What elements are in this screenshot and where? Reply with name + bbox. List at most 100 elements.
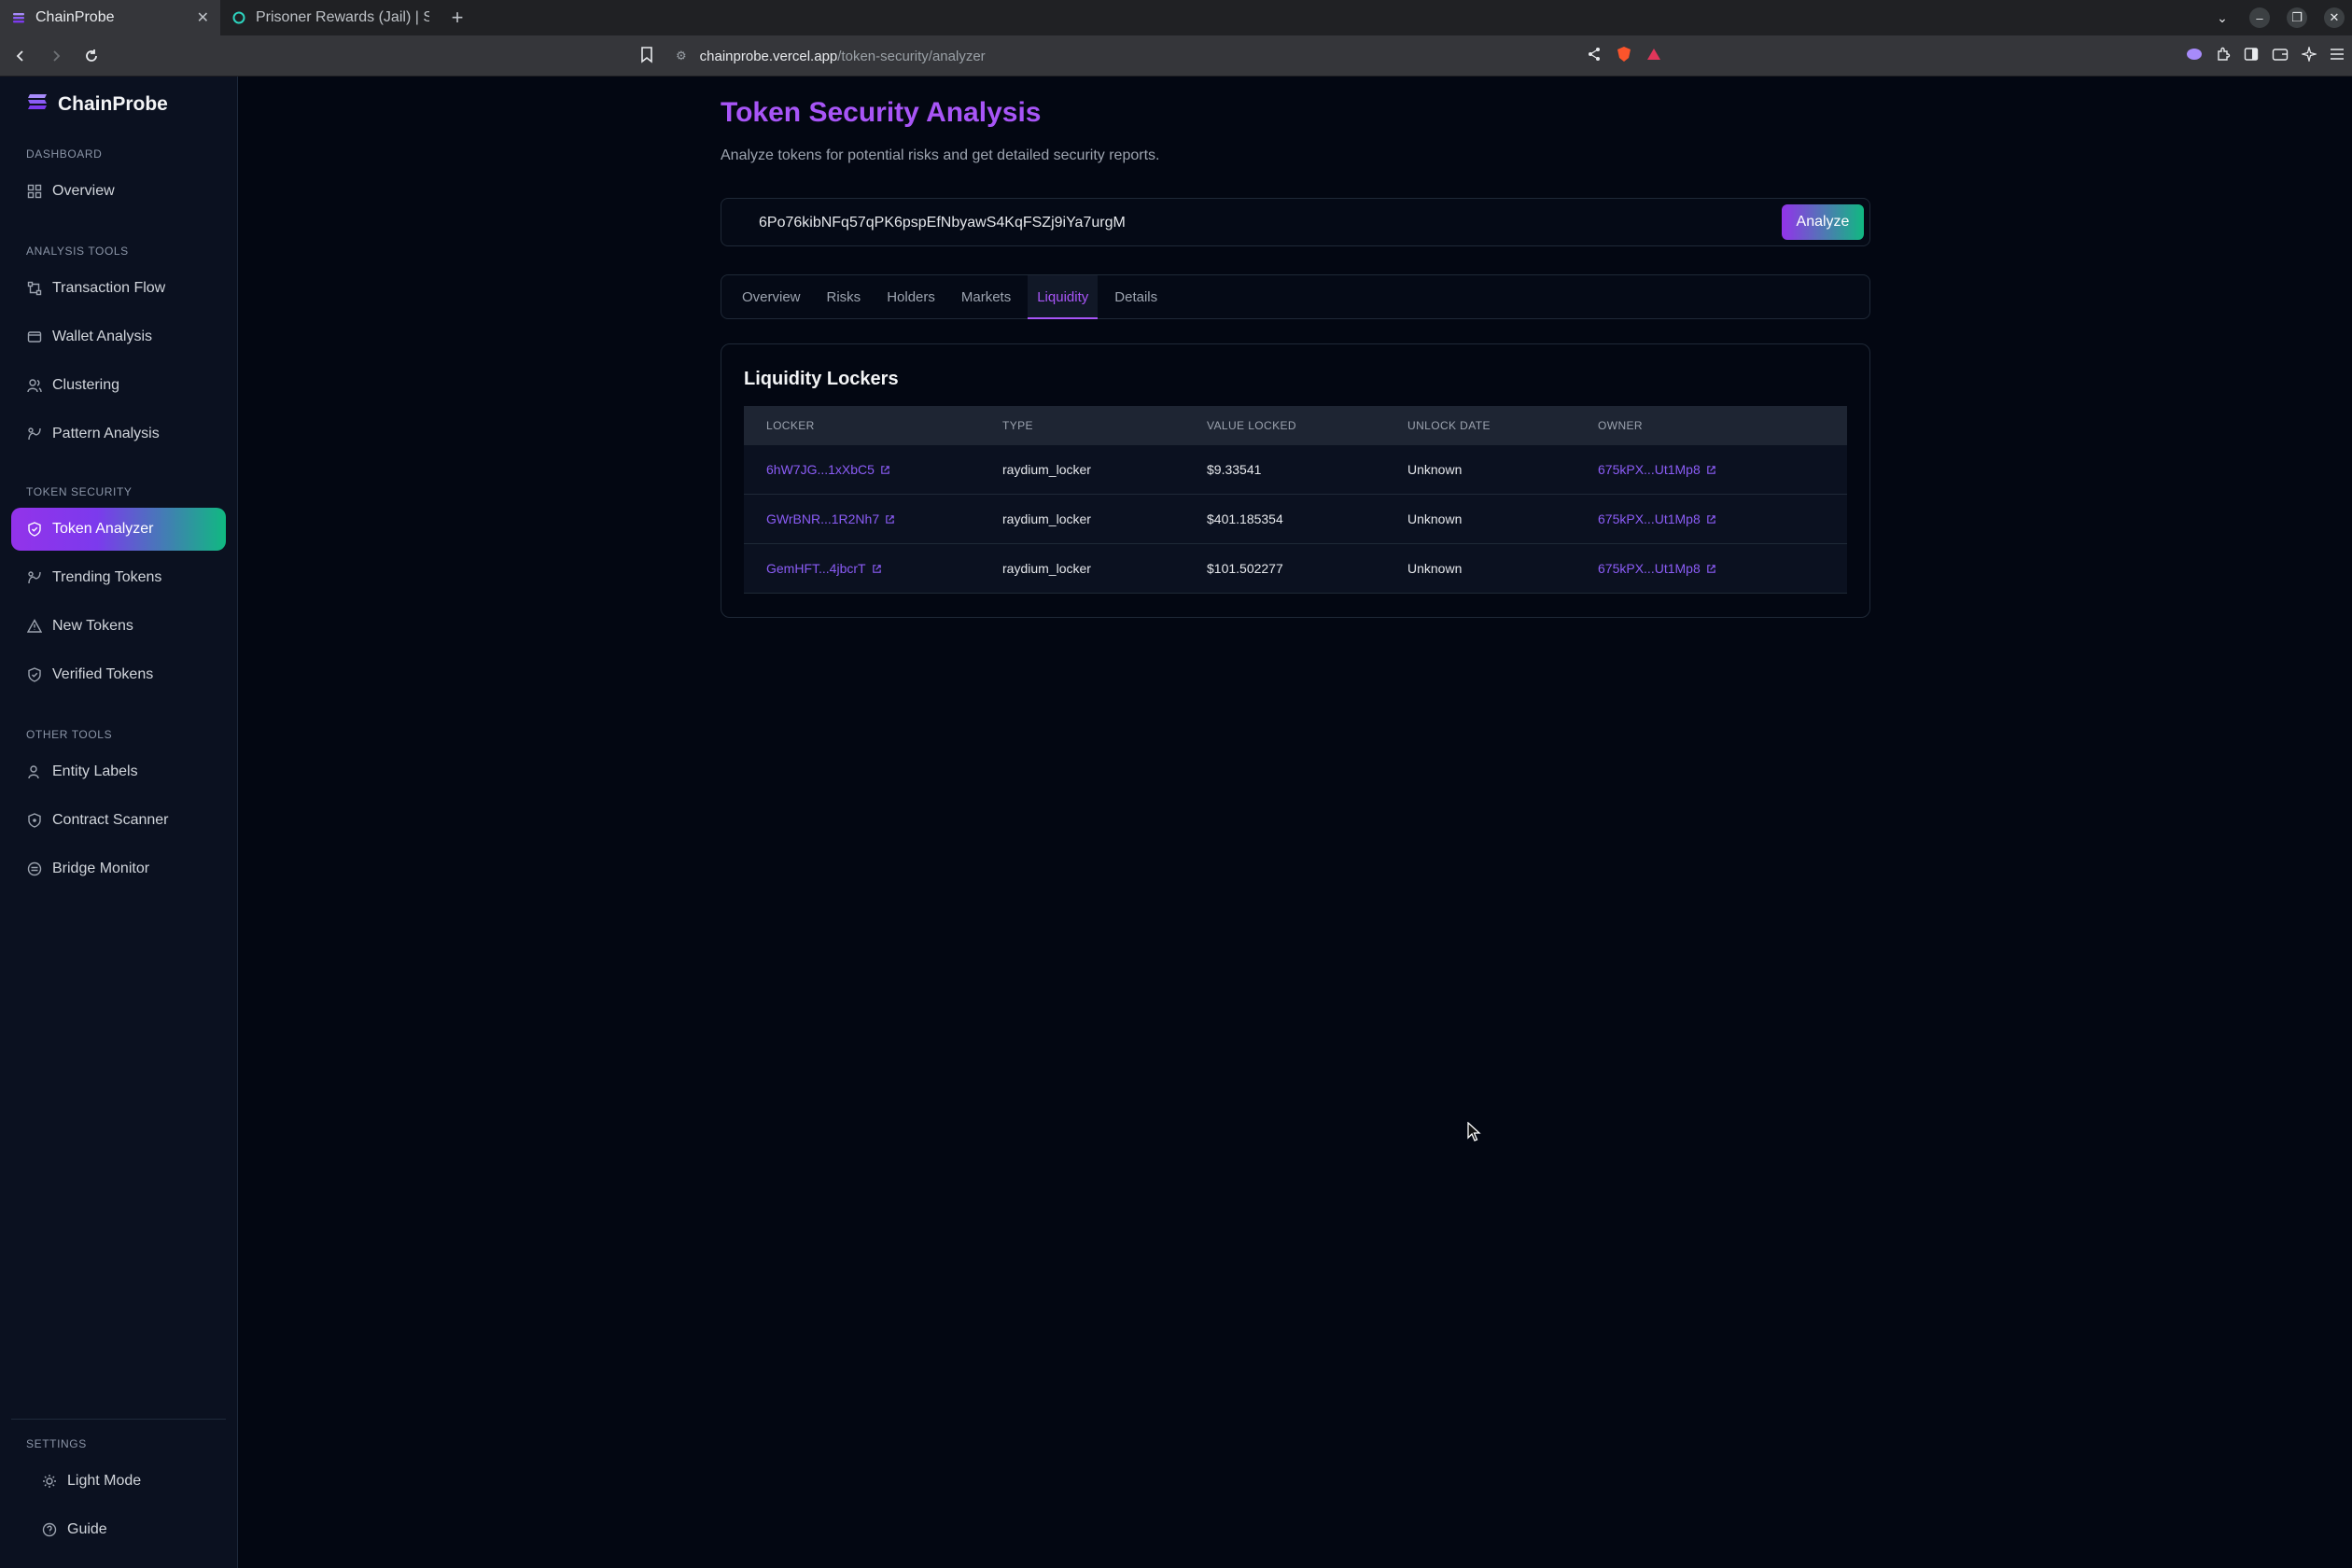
external-link-icon bbox=[880, 465, 890, 475]
analysis-tabs: Overview Risks Holders Markets Liquidity… bbox=[721, 274, 1870, 319]
close-tab-icon[interactable]: ✕ bbox=[197, 8, 209, 27]
wallet-icon bbox=[26, 329, 43, 345]
tab-markets[interactable]: Markets bbox=[952, 275, 1020, 318]
browser-tab-bar: ChainProbe ✕ Prisoner Rewards (Jail) | S… bbox=[0, 0, 2352, 35]
minimize-icon[interactable]: – bbox=[2249, 7, 2270, 28]
external-link-icon bbox=[872, 564, 882, 574]
locker-type: raydium_locker bbox=[1002, 511, 1091, 526]
sidebar-item-label: Transaction Flow bbox=[52, 280, 166, 296]
ai-sparkle-icon[interactable] bbox=[2300, 45, 2318, 66]
bookmark-icon[interactable] bbox=[640, 47, 653, 68]
light-mode-toggle[interactable]: Light Mode bbox=[11, 1460, 226, 1503]
tab-risks[interactable]: Risks bbox=[818, 275, 871, 318]
locker-link[interactable]: GemHFT...4jbcrT bbox=[766, 561, 882, 576]
browser-toolbar: ⚙ chainprobe.vercel.app/token-security/a… bbox=[0, 35, 2352, 77]
owner-link[interactable]: 675kPX...Ut1Mp8 bbox=[1598, 462, 1716, 477]
unlock-date: Unknown bbox=[1407, 511, 1463, 526]
column-header-value-locked: VALUE LOCKED bbox=[1207, 419, 1296, 432]
workflow-icon bbox=[26, 280, 43, 297]
column-header-owner: OWNER bbox=[1598, 419, 1643, 432]
sidebar-item-label: Entity Labels bbox=[52, 763, 138, 779]
brave-rewards-icon[interactable] bbox=[1646, 47, 1661, 66]
locker-link[interactable]: 6hW7JG...1xXbC5 bbox=[766, 462, 890, 477]
sidebar-item-label: Clustering bbox=[52, 377, 120, 393]
locker-link[interactable]: GWrBNR...1R2Nh7 bbox=[766, 511, 895, 526]
brave-shield-icon[interactable] bbox=[1617, 46, 1631, 67]
app-sidebar: ChainProbe DASHBOARD Overview ANALYSIS T… bbox=[0, 77, 238, 1568]
sidebar-item-contract-scanner[interactable]: Contract Scanner bbox=[11, 799, 226, 842]
tab-details[interactable]: Details bbox=[1105, 275, 1167, 318]
sidebar-item-clustering[interactable]: Clustering bbox=[11, 364, 226, 407]
extensions-puzzle-icon[interactable] bbox=[2216, 47, 2231, 66]
sidebar-item-label: Bridge Monitor bbox=[52, 861, 150, 876]
sidebar-item-verified-tokens[interactable]: Verified Tokens bbox=[11, 653, 226, 696]
analyze-button[interactable]: Analyze bbox=[1782, 204, 1864, 240]
sidebar-divider bbox=[11, 1419, 226, 1420]
shield-check-icon bbox=[26, 666, 43, 683]
sidebar-item-token-analyzer[interactable]: Token Analyzer bbox=[11, 508, 226, 551]
sidebar-item-entity-labels[interactable]: Entity Labels bbox=[11, 750, 226, 793]
sidebar-item-label: Trending Tokens bbox=[52, 569, 162, 585]
sun-icon bbox=[41, 1473, 58, 1490]
sidebar-item-pattern-analysis[interactable]: Pattern Analysis bbox=[11, 413, 226, 455]
share-icon[interactable] bbox=[1587, 47, 1602, 66]
leo-ai-icon[interactable] bbox=[2186, 48, 2203, 65]
table-row: GWrBNR...1R2Nh7 raydium_locker $401.1853… bbox=[744, 495, 1847, 544]
bridge-icon bbox=[26, 861, 43, 877]
section-label-dashboard: DASHBOARD bbox=[26, 147, 103, 161]
shield-check-icon bbox=[26, 521, 43, 538]
section-label-token-security: TOKEN SECURITY bbox=[26, 485, 133, 498]
sidebar-item-label: Guide bbox=[67, 1521, 107, 1537]
locker-type: raydium_locker bbox=[1002, 462, 1091, 477]
sidebar-item-new-tokens[interactable]: New Tokens bbox=[11, 605, 226, 648]
brand-name: ChainProbe bbox=[58, 92, 168, 115]
column-header-locker: LOCKER bbox=[766, 419, 815, 432]
card-title: Liquidity Lockers bbox=[744, 369, 899, 389]
back-icon[interactable] bbox=[6, 41, 35, 71]
new-tab-button[interactable]: + bbox=[441, 0, 474, 35]
value-locked: $9.33541 bbox=[1207, 462, 1262, 477]
table-row: GemHFT...4jbcrT raydium_locker $101.5022… bbox=[744, 544, 1847, 594]
forward-icon[interactable] bbox=[41, 41, 71, 71]
sidebar-item-transaction-flow[interactable]: Transaction Flow bbox=[11, 267, 226, 310]
tab-holders[interactable]: Holders bbox=[877, 275, 945, 318]
sidebar-item-overview[interactable]: Overview bbox=[11, 170, 226, 213]
sidebar-item-wallet-analysis[interactable]: Wallet Analysis bbox=[11, 315, 226, 358]
locker-address: GemHFT...4jbcrT bbox=[766, 561, 866, 576]
sidebar-toggle-icon[interactable] bbox=[2244, 47, 2259, 66]
sidebar-item-label: Wallet Analysis bbox=[52, 329, 152, 344]
sidebar-item-label: New Tokens bbox=[52, 618, 133, 634]
value-locked: $101.502277 bbox=[1207, 561, 1283, 576]
sidebar-item-label: Pattern Analysis bbox=[52, 426, 160, 441]
page-subtitle: Analyze tokens for potential risks and g… bbox=[721, 147, 1160, 163]
address-bar[interactable]: ⚙ chainprobe.vercel.app/token-security/a… bbox=[676, 43, 986, 69]
external-link-icon bbox=[885, 514, 895, 525]
lockers-table: LOCKER TYPE VALUE LOCKED UNLOCK DATE OWN… bbox=[744, 406, 1847, 594]
owner-link[interactable]: 675kPX...Ut1Mp8 bbox=[1598, 511, 1716, 526]
restore-icon[interactable]: ❐ bbox=[2287, 7, 2307, 28]
sidebar-item-guide[interactable]: Guide bbox=[11, 1508, 226, 1551]
sidebar-item-label: Verified Tokens bbox=[52, 666, 154, 682]
user-tag-icon bbox=[26, 763, 43, 780]
menu-icon[interactable] bbox=[2330, 48, 2345, 65]
browser-tab-title: ChainProbe bbox=[35, 9, 115, 25]
wallet-icon[interactable] bbox=[2272, 47, 2289, 66]
tab-overview[interactable]: Overview bbox=[733, 275, 810, 318]
browser-tab-prisoner-rewards[interactable]: Prisoner Rewards (Jail) | Sol bbox=[220, 0, 441, 35]
token-address-input[interactable] bbox=[759, 210, 1785, 236]
browser-tab-chainprobe[interactable]: ChainProbe ✕ bbox=[0, 0, 220, 35]
alert-triangle-icon bbox=[26, 618, 43, 635]
tab-liquidity[interactable]: Liquidity bbox=[1028, 275, 1099, 319]
shield-scan-icon bbox=[26, 812, 43, 829]
owner-link[interactable]: 675kPX...Ut1Mp8 bbox=[1598, 561, 1716, 576]
sidebar-item-bridge-monitor[interactable]: Bridge Monitor bbox=[11, 847, 226, 890]
site-settings-icon[interactable]: ⚙ bbox=[676, 49, 687, 63]
brand-logo[interactable]: ChainProbe bbox=[26, 91, 168, 117]
tab-list-chevron-icon[interactable]: ⌄ bbox=[2212, 7, 2233, 28]
browser-extensions bbox=[2186, 43, 2345, 69]
pattern-icon bbox=[26, 426, 43, 442]
reload-icon[interactable] bbox=[77, 41, 106, 71]
sidebar-item-trending-tokens[interactable]: Trending Tokens bbox=[11, 556, 226, 599]
close-window-icon[interactable]: ✕ bbox=[2324, 7, 2345, 28]
value-locked: $401.185354 bbox=[1207, 511, 1283, 526]
